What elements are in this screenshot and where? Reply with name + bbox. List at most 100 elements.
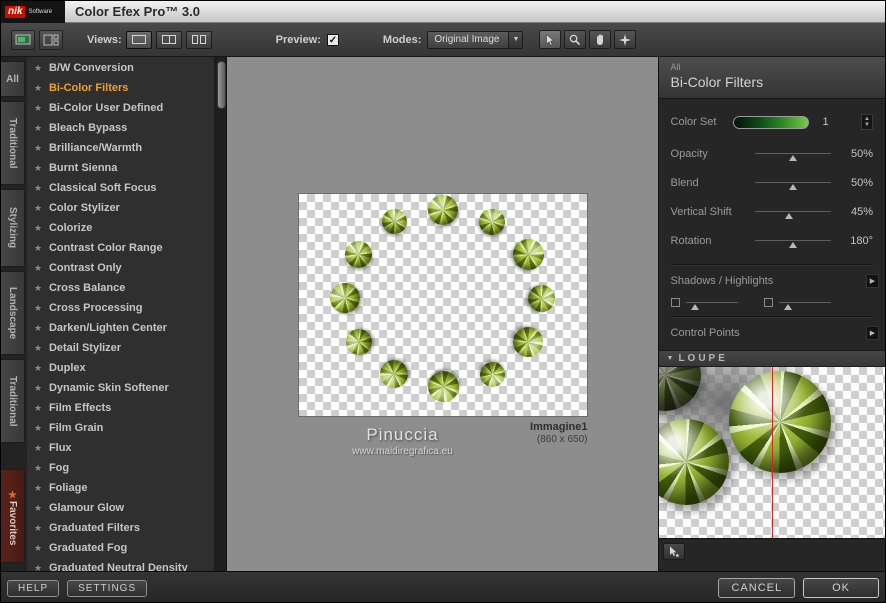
side-by-side-view-button[interactable] [185,30,212,49]
help-button[interactable]: HELP [7,579,60,597]
main-area: All Traditional Stylizing Landscape Trad… [1,57,885,571]
shadows-mini-slider[interactable] [670,298,738,310]
star-icon: ★ [33,322,43,333]
filter-item[interactable]: ★ Colorize [27,218,214,238]
filter-item[interactable]: ★ Contrast Only [27,258,214,278]
tab-traditional-2[interactable]: Traditional [1,359,25,443]
mini-slider-track[interactable] [778,302,831,310]
filter-item[interactable]: ★ Darken/Lighten Center [27,318,214,338]
slider-thumb[interactable] [788,155,797,161]
slider-track[interactable] [754,182,831,190]
slider-label: Blend [670,176,699,189]
zoom-tool-button[interactable] [564,30,587,49]
nik-software-logo: nik Software [1,1,65,23]
filter-item[interactable]: ★ Fog [27,458,214,478]
panel-category: All [670,62,681,72]
highlights-swatch [763,298,773,307]
loupe-pin-button[interactable] [662,543,685,560]
filter-item[interactable]: ★ Bi-Color User Defined [27,98,214,118]
loupe-view[interactable] [658,367,885,539]
filter-item-label: Dynamic Skin Softener [48,382,169,394]
color-set-swatch[interactable] [732,115,809,129]
slider-thumb[interactable] [690,304,699,310]
display-settings-button[interactable] [11,29,35,50]
highlights-mini-slider[interactable] [763,298,831,310]
settings-button[interactable]: SETTINGS [67,579,148,597]
slider-thumb[interactable] [788,242,797,248]
filter-item[interactable]: ★ Graduated Fog [27,538,214,558]
category-tabstrip: All Traditional Stylizing Landscape Trad… [1,57,27,571]
scrollbar-thumb[interactable] [216,61,226,109]
filter-item[interactable]: ★ Bleach Bypass [27,118,214,138]
filter-item-label: Colorize [48,222,93,234]
loupe-header[interactable]: ▼ LOUPE [658,350,885,367]
layout-grid-icon [43,34,59,45]
slider-thumb[interactable] [788,184,797,190]
filter-item[interactable]: ★ Brilliance/Warmth [27,138,214,158]
slider-track[interactable] [754,240,831,248]
preview-canvas[interactable]: Pinuccia www.maidiregrafica.eu Immagine1… [227,57,658,571]
star-icon: ★ [33,222,43,233]
flower-graphic [428,195,459,225]
color-set-spinner[interactable]: ▲ ▼ [861,114,873,130]
preview-checkbox[interactable]: ✓ [326,33,339,46]
modes-dropdown[interactable]: Original Image ▼ [427,30,524,49]
single-view-button[interactable] [125,30,152,49]
tab-landscape[interactable]: Landscape [1,271,25,355]
filter-item[interactable]: ★ Foliage [27,478,214,498]
filter-item[interactable]: ★ Graduated Neutral Density [27,558,214,571]
split-view-button[interactable] [155,30,182,49]
filter-item[interactable]: ★ Film Effects [27,398,214,418]
loupe-footer [659,539,885,560]
filter-item[interactable]: ★ Flux [27,438,214,458]
filter-item[interactable]: ★ Bi-Color Filters [27,78,214,98]
mini-slider-track[interactable] [685,302,738,310]
tab-stylizing[interactable]: Stylizing [1,189,25,267]
star-icon: ★ [33,262,43,273]
tab-traditional-1[interactable]: Traditional [1,101,25,185]
tab-all[interactable]: All [1,61,25,97]
slider-track[interactable] [754,153,831,161]
control-points-expand-button[interactable]: ▶ [866,326,879,340]
pan-tool-button[interactable] [589,30,612,49]
filter-item[interactable]: ★ Cross Processing [27,298,214,318]
filter-item[interactable]: ★ Contrast Color Range [27,238,214,258]
shadows-highlights-expand-button[interactable]: ▶ [866,274,879,288]
chevron-down-icon: ▼ [508,31,523,48]
slider-track[interactable] [754,211,831,219]
filter-item[interactable]: ★ Classical Soft Focus [27,178,214,198]
footer-bar: HELP SETTINGS CANCEL OK [1,571,885,602]
slider-thumb[interactable] [783,304,792,310]
filter-list-scrollbar[interactable] [214,57,228,571]
filter-item[interactable]: ★ Detail Stylizer [27,338,214,358]
filter-item[interactable]: ★ Duplex [27,358,214,378]
filter-item[interactable]: ★ Glamour Glow [27,498,214,518]
filter-item[interactable]: ★ Film Grain [27,418,214,438]
filter-item-label: Cross Balance [48,282,126,294]
layout-button[interactable] [39,29,63,50]
filter-item[interactable]: ★ Graduated Filters [27,518,214,538]
filter-item[interactable]: ★ Burnt Sienna [27,158,214,178]
ok-button[interactable]: OK [803,578,879,598]
tab-favorites[interactable]: ★ Favorites [1,469,25,563]
title-bar: nik Software Color Efex Pro™ 3.0 [1,1,885,23]
preview-image[interactable] [299,194,588,416]
filter-item[interactable]: ★ B/W Conversion [27,58,214,78]
filter-item[interactable]: ★ Color Stylizer [27,198,214,218]
filter-item[interactable]: ★ Cross Balance [27,278,214,298]
star-icon: ★ [33,362,43,373]
cancel-button[interactable]: CANCEL [718,578,796,598]
cursor-icon [546,33,555,46]
compare-tool-button[interactable] [614,30,637,49]
star-icon: ★ [33,202,43,213]
hand-icon [596,33,603,45]
star-icon: ★ [33,402,43,413]
chevron-down-icon: ▼ [864,122,870,128]
cursor-tool-button[interactable] [539,30,562,49]
tab-label: Stylizing [7,207,18,249]
filter-item[interactable]: ★ Dynamic Skin Softener [27,378,214,398]
star-icon: ★ [33,62,43,73]
preview-label: Preview: [275,33,321,46]
slider-thumb[interactable] [784,213,793,219]
panel-controls: Color Set 1 ▲ ▼ Opacity 50% Blend 50% Vertica… [659,99,885,342]
